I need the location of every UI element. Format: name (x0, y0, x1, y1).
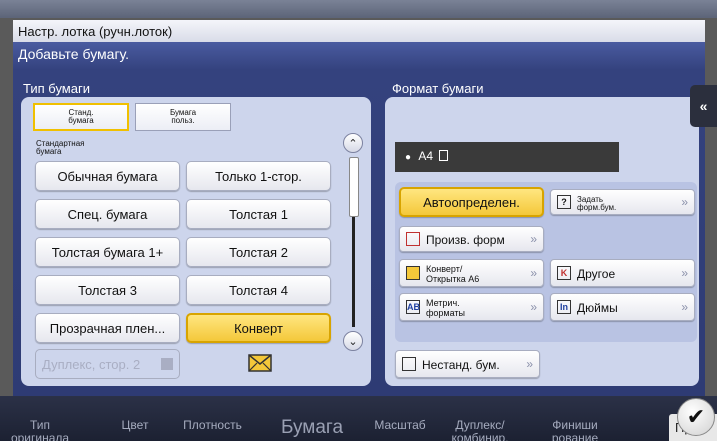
paper-list-label: Стандартная бумага (36, 139, 85, 156)
envelope-small-icon (406, 266, 420, 280)
chevron-right-icon: » (530, 232, 537, 246)
background-header (0, 0, 717, 18)
other-format-icon: K (557, 266, 571, 280)
scrollbar-thumb[interactable] (349, 157, 359, 217)
panel-area: Тип бумаги Станд. бумага Бумага польз. С… (13, 70, 705, 396)
paper-button-special[interactable]: Спец. бумага (35, 199, 180, 229)
auto-detect-button[interactable]: Автоопределен. (399, 187, 544, 217)
paper-type-panel: Станд. бумага Бумага польз. Стандартная … (21, 97, 371, 386)
format-display-value: A4 (418, 149, 434, 163)
chevron-right-icon: » (530, 266, 537, 280)
nonstandard-label: Нестанд. бум. (422, 358, 500, 372)
collapse-panel-button[interactable]: « (690, 85, 717, 127)
chevron-right-icon: » (681, 300, 688, 314)
custom-format-button[interactable]: Произв. форм » (399, 226, 544, 252)
checkbox-icon (161, 358, 173, 370)
custom-size-icon: ? (557, 195, 571, 209)
paper-button-transparency[interactable]: Прозрачная плен... (35, 313, 180, 343)
portrait-page-icon (439, 150, 449, 161)
paper-format-label: Формат бумаги (392, 81, 484, 96)
tray-settings-dialog: Настр. лотка (ручн.лоток) Добавьте бумаг… (13, 20, 705, 396)
duplex-side2-label: Дуплекс, стор. 2 (42, 356, 141, 372)
other-label: Другое (577, 267, 616, 281)
paper-button-single-sided[interactable]: Только 1-стор. (186, 161, 331, 191)
scroll-up-button[interactable]: ⌃ (343, 133, 363, 153)
paper-type-label: Тип бумаги (23, 81, 90, 96)
metric-icon: AB (406, 300, 420, 314)
chevron-right-icon: » (681, 266, 688, 280)
dialog-subtitle: Добавьте бумагу. (13, 42, 705, 70)
duplex-side2-button: Дуплекс, стор. 2 (35, 349, 180, 379)
set-format-button[interactable]: ? Задать форм.бум. » (550, 189, 695, 215)
paper-button-thick-2[interactable]: Толстая 2 (186, 237, 331, 267)
inches-label: Дюймы (577, 301, 618, 315)
scroll-down-button[interactable]: ⌄ (343, 331, 363, 351)
bg-tab-duplex: Дуплекс/ комбинир. (451, 418, 509, 441)
other-button[interactable]: K Другое » (550, 259, 695, 287)
paper-button-thick-3[interactable]: Толстая 3 (35, 275, 180, 305)
bg-tab-original-type: Тип оригинала (10, 418, 70, 441)
paper-button-thick-4[interactable]: Толстая 4 (186, 275, 331, 305)
envelope-postcard-button[interactable]: Конверт/ Открытка А6 » (399, 259, 544, 287)
paper-button-thick-1plus[interactable]: Толстая бумага 1+ (35, 237, 180, 267)
inches-button[interactable]: In Дюймы » (550, 293, 695, 321)
paper-button-plain[interactable]: Обычная бумага (35, 161, 180, 191)
dialog-title: Настр. лотка (ручн.лоток) (13, 20, 705, 42)
paper-button-thick-1[interactable]: Толстая 1 (186, 199, 331, 229)
envelope-postcard-label: Конверт/ Открытка А6 (426, 264, 480, 284)
bg-tab-zoom: Масштаб (374, 418, 426, 432)
metric-formats-label: Метрич. форматы (426, 298, 466, 318)
custom-format-label: Произв. форм (426, 233, 505, 247)
chevron-right-icon: » (681, 195, 688, 209)
metric-formats-button[interactable]: AB Метрич. форматы » (399, 293, 544, 321)
format-display: ● A4 (395, 142, 619, 172)
nonstandard-paper-button[interactable]: Нестанд. бум. » (395, 350, 540, 378)
paper-format-panel: ● A4 Автоопределен. ? Задать форм.бум. »… (385, 97, 699, 386)
tray-icon: ● (405, 152, 412, 163)
tab-standard-paper[interactable]: Станд. бумага (33, 103, 129, 131)
paper-button-envelope[interactable]: Конверт (186, 313, 331, 343)
nonstandard-icon (402, 357, 416, 371)
chevron-right-icon: » (530, 300, 537, 314)
custom-format-icon (406, 232, 420, 246)
envelope-icon (248, 354, 272, 372)
set-format-label: Задать форм.бум. (577, 195, 617, 212)
background-tabs: Тип оригинала Цвет Плотность Бумага Масш… (0, 405, 717, 441)
bg-tab-density: Плотность (183, 418, 242, 432)
ok-checkmark-button[interactable]: ✔ (677, 398, 715, 436)
bg-tab-paper: Бумага (280, 417, 344, 438)
chevron-right-icon: » (526, 357, 533, 371)
tab-user-paper[interactable]: Бумага польз. (135, 103, 231, 131)
bg-tab-color: Цвет (121, 418, 149, 432)
bg-tab-finishing: Финиши рование (551, 418, 599, 441)
inch-icon: In (557, 300, 571, 314)
